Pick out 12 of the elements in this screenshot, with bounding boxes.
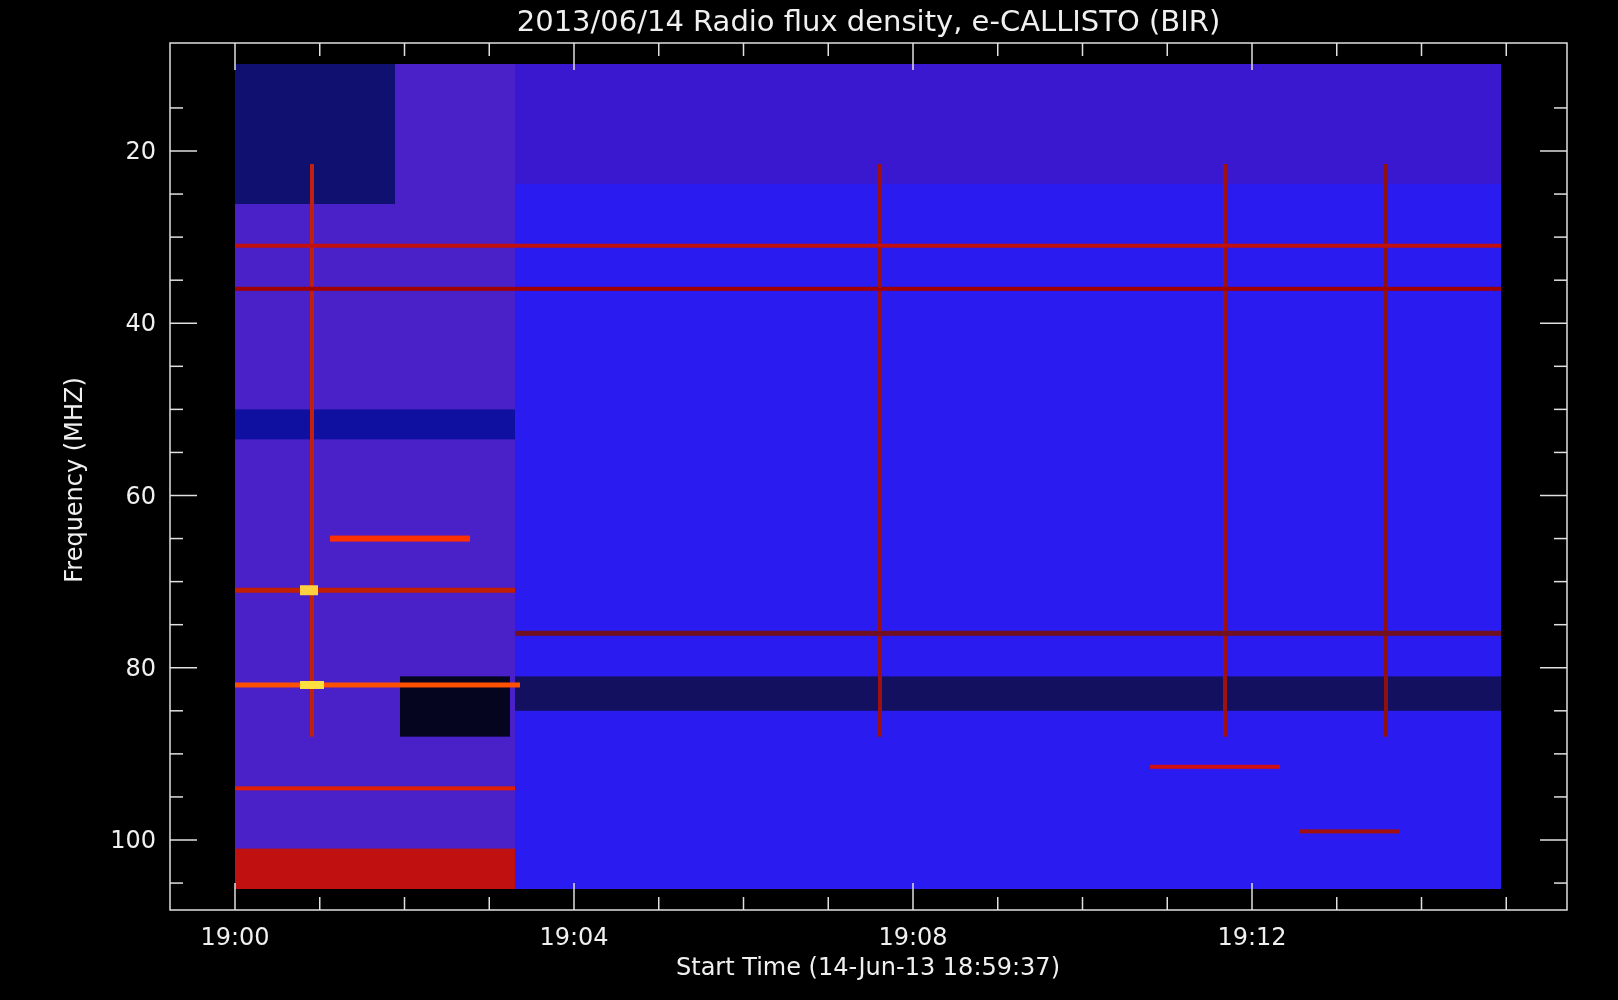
y-tick-label: 80 bbox=[125, 653, 156, 682]
chart-title: 2013/06/14 Radio flux density, e-CALLISTO (BIR) bbox=[516, 4, 1221, 38]
x-tick-label: 19:08 bbox=[878, 923, 948, 951]
y-tick-label: 40 bbox=[125, 309, 156, 338]
y-tick-label: 20 bbox=[125, 137, 156, 165]
x-tick-label: 19:04 bbox=[539, 923, 609, 951]
x-axis-label: Start Time (14-Jun-13 18:59:37) bbox=[676, 953, 1060, 981]
x-tick-label: 19:12 bbox=[1217, 923, 1287, 951]
x-tick-label: 19:00 bbox=[200, 923, 270, 951]
y-tick-label: 60 bbox=[125, 481, 156, 510]
y-axis-label: Frequency (MHZ) bbox=[60, 377, 88, 583]
y-tick-label: 100 bbox=[110, 826, 156, 854]
